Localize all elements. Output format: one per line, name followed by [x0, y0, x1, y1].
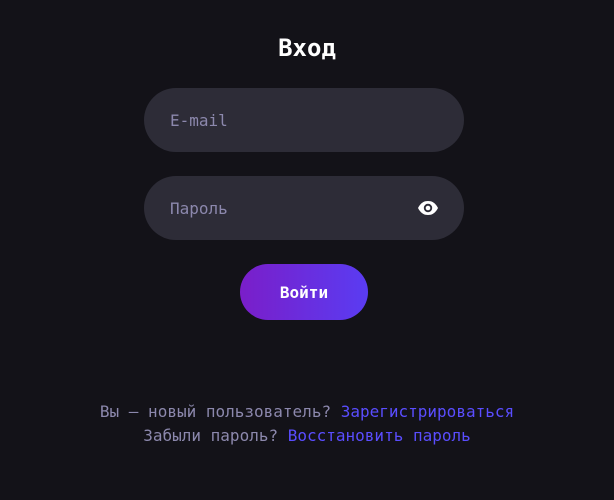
restore-password-link[interactable]: Восстановить пароль: [288, 426, 471, 445]
password-field[interactable]: [170, 198, 416, 218]
register-link[interactable]: Зарегистрироваться: [341, 402, 514, 421]
forgot-password-text: Забыли пароль?: [143, 426, 279, 445]
forgot-password-prompt: Забыли пароль? Восстановить пароль: [0, 424, 614, 448]
eye-icon[interactable]: [416, 196, 440, 220]
register-prompt: Вы — новый пользователь? Зарегистрироват…: [0, 400, 614, 424]
new-user-text: Вы — новый пользователь?: [99, 402, 332, 421]
page-title: Вход: [278, 34, 336, 62]
email-field[interactable]: [170, 110, 438, 130]
password-field-container: [144, 176, 464, 240]
email-field-container: [144, 88, 464, 152]
login-button[interactable]: Войти: [240, 264, 368, 320]
